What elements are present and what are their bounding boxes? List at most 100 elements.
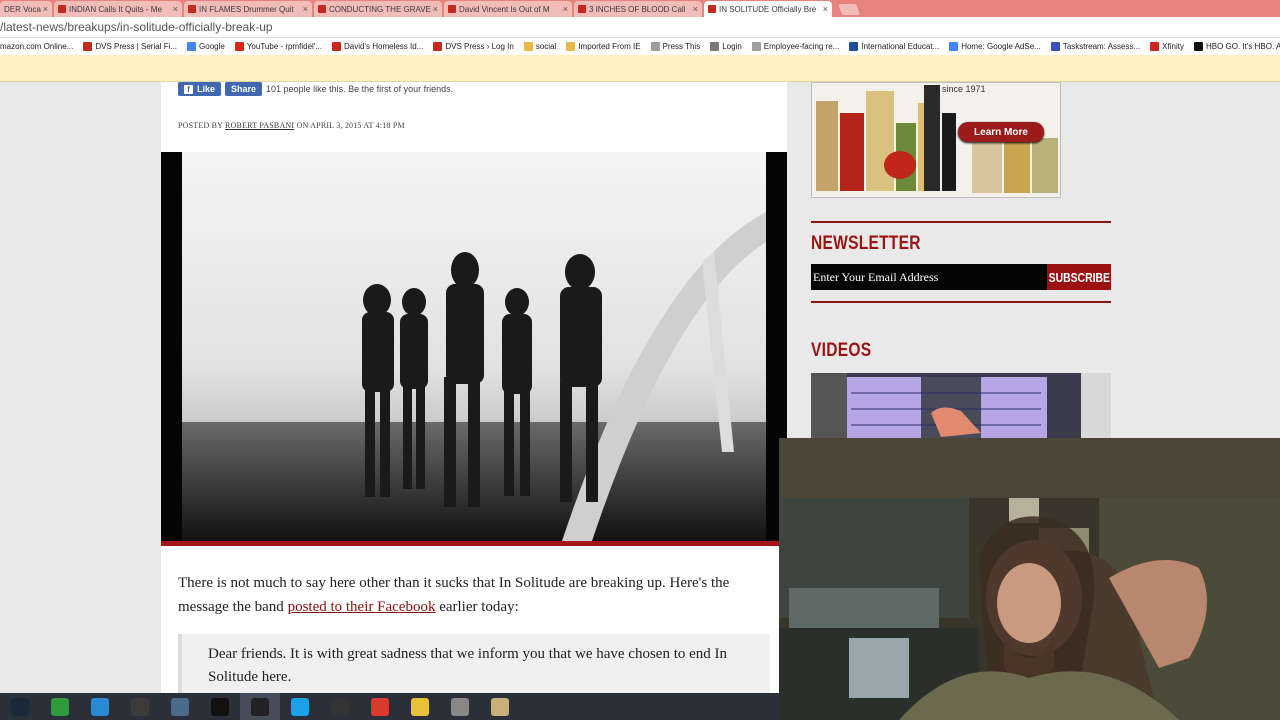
bookmark-item[interactable]: Press This: [650, 42, 701, 51]
taskbar-item[interactable]: [40, 693, 80, 720]
browser-tab[interactable]: IN FLAMES Drummer Quit ×: [184, 1, 312, 17]
bookmark-label: DVS Press | Serial Fi...: [95, 42, 178, 51]
paragraph-text-end: earlier today:: [439, 599, 519, 615]
video-thumbnail[interactable]: [811, 373, 1111, 443]
audio-icon: [491, 697, 509, 716]
facebook-share-button[interactable]: Share: [225, 82, 263, 96]
email-input[interactable]: [811, 264, 1047, 290]
close-icon[interactable]: ×: [43, 4, 48, 14]
bookmark-item[interactable]: Xfinity: [1150, 42, 1184, 51]
bookmark-item[interactable]: mazon.com Online...: [0, 42, 73, 51]
browser-tab[interactable]: David Vincent Is Out of M ×: [444, 1, 572, 17]
bookmark-label: social: [535, 42, 557, 51]
close-icon[interactable]: ×: [563, 4, 568, 14]
subscribe-label: SUBSCRIBE: [1048, 269, 1110, 285]
bookmark-item[interactable]: Taskstream: Assess...: [1050, 42, 1141, 51]
taskbar-item[interactable]: [80, 693, 120, 720]
live-icon: [411, 697, 429, 716]
bookmark-label: International Educat...: [861, 42, 940, 51]
bookmark-item[interactable]: YouTube - rpmfidel'...: [234, 42, 322, 51]
ad-learn-more-button[interactable]: Learn More: [958, 122, 1044, 142]
login-icon: [710, 42, 720, 51]
band-photo: [161, 152, 787, 546]
close-icon[interactable]: ×: [823, 4, 828, 14]
newsletter-form: SUBSCRIBE: [811, 264, 1111, 290]
browser-tab[interactable]: IN SOLITUDE Officially Bre ×: [704, 1, 832, 17]
taskbar-item[interactable]: [200, 693, 240, 720]
quote-text: Dear friends. It is with great sadness t…: [208, 646, 728, 685]
bookmark-label: Imported From IE: [578, 42, 641, 51]
bookmark-item[interactable]: DVS Press | Serial Fi...: [83, 42, 177, 51]
bookmark-item[interactable]: Home: Google AdSe...: [949, 42, 1041, 51]
bookmark-label: David's Homeless Id...: [344, 42, 424, 51]
taskbar-item[interactable]: [480, 693, 520, 720]
facebook-post-link[interactable]: posted to their Facebook: [288, 599, 436, 615]
bookmark-label: Employee-facing re...: [763, 42, 840, 51]
social-share-row: f Like Share 101 people like this. Be th…: [178, 82, 453, 96]
ad-button-label: Learn More: [974, 126, 1028, 138]
bookmark-label: Taskstream: Assess...: [1062, 42, 1141, 51]
taskbar-item[interactable]: [360, 693, 400, 720]
taskbar-item[interactable]: [0, 693, 40, 720]
browser-tab[interactable]: INDIAN Calls It Quits - Me ×: [54, 1, 182, 17]
google-icon: [187, 42, 197, 51]
address-text: /latest-news/breakups/in-solitude-offici…: [0, 20, 273, 34]
videos-heading: VIDEOS: [811, 340, 872, 361]
app-icon: [171, 697, 189, 716]
obs-icon: [251, 697, 269, 716]
subscribe-button[interactable]: SUBSCRIBE: [1047, 264, 1111, 290]
post-date: ON APRIL 3, 2015 AT 4:18 PM: [296, 121, 405, 130]
taskbar-item[interactable]: [240, 693, 280, 720]
tab-title: IN SOLITUDE Officially Bre: [719, 4, 817, 14]
bookmark-item[interactable]: DVS Press › Log In: [433, 42, 514, 51]
bookmarks-bar: mazon.com Online... DVS Press | Serial Fi…: [0, 38, 1280, 55]
advertisement[interactable]: since 1971 Learn More: [811, 82, 1061, 198]
close-icon[interactable]: ×: [433, 4, 438, 14]
divider: [811, 301, 1111, 303]
close-icon[interactable]: ×: [303, 4, 308, 14]
author-link[interactable]: ROBERT PASBANI: [225, 121, 294, 130]
address-bar[interactable]: /latest-news/breakups/in-solitude-offici…: [0, 17, 1280, 38]
bookmark-label: Xfinity: [1162, 42, 1184, 51]
bookmark-label: Login: [722, 42, 742, 51]
bookmark-item[interactable]: Google: [187, 42, 225, 51]
tab-title: DER Voca: [4, 4, 41, 14]
close-icon[interactable]: ×: [173, 4, 178, 14]
taskbar-item[interactable]: [320, 693, 360, 720]
bookmark-item[interactable]: Employee-facing re...: [751, 42, 840, 51]
taskbar-item[interactable]: [400, 693, 440, 720]
tab-title: 3 INCHES OF BLOOD Call: [589, 4, 686, 14]
dvs-icon: [433, 42, 443, 51]
taskstream-icon: [1050, 42, 1060, 51]
bookmark-item[interactable]: Imported From IE: [566, 42, 641, 51]
browser-tab[interactable]: CONDUCTING THE GRAVE ×: [314, 1, 442, 17]
taskbar-item[interactable]: [160, 693, 200, 720]
taskbar-item[interactable]: [280, 693, 320, 720]
taskbar-item[interactable]: [120, 693, 160, 720]
store-icon: [51, 697, 69, 716]
bookmark-item[interactable]: Login: [710, 42, 742, 51]
site-favicon-icon: [578, 5, 586, 13]
browser-tab[interactable]: DER Voca ×: [0, 1, 52, 17]
bookmark-item[interactable]: David's Homeless Id...: [332, 42, 423, 51]
taskbar-item[interactable]: [440, 693, 480, 720]
bookmark-item[interactable]: social: [523, 42, 557, 51]
facebook-like-button[interactable]: f Like: [178, 82, 222, 96]
youtube-icon: [234, 42, 244, 51]
bookmark-item[interactable]: International Educat...: [849, 42, 939, 51]
bookmark-label: mazon.com Online...: [0, 42, 74, 51]
article-paragraph: There is not much to say here other than…: [178, 571, 774, 619]
bookmark-item[interactable]: HBO GO. It's HBO. A...: [1193, 42, 1280, 51]
tab-strip: DER Voca × INDIAN Calls It Quits - Me × IN F…: [0, 0, 1280, 17]
terminal-icon: [211, 697, 229, 716]
new-tab-button[interactable]: [837, 4, 861, 15]
bookmark-label: Press This: [662, 42, 701, 51]
folder-icon: [523, 42, 533, 51]
google-icon: [949, 42, 959, 51]
page-icon: [650, 42, 660, 51]
close-icon[interactable]: ×: [693, 4, 698, 14]
dvs-icon: [83, 42, 93, 51]
browser-tab[interactable]: 3 INCHES OF BLOOD Call ×: [574, 1, 702, 17]
video-thumbnail-image: [811, 373, 1111, 443]
chrome-icon: [371, 697, 389, 716]
